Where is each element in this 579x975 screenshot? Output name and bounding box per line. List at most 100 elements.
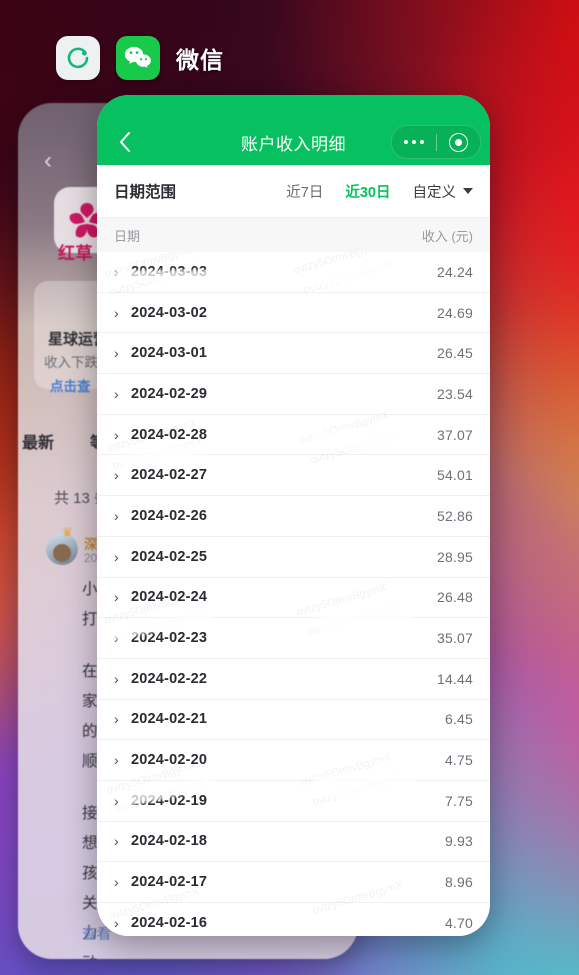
background-panel-subtitle: 收入下跌 <box>44 355 98 370</box>
chevron-down-icon <box>463 188 473 194</box>
row-date: 2024-02-20 <box>131 752 208 769</box>
background-tabs[interactable]: 最新 等 <box>22 429 106 453</box>
table-row[interactable]: › 2024-02-28 37.07 <box>97 414 490 456</box>
table-row[interactable]: › 2024-02-23 35.07 <box>97 618 490 659</box>
row-amount: 54.01 <box>436 467 473 484</box>
row-amount: 52.86 <box>436 507 473 524</box>
background-back-icon[interactable]: ‹ <box>44 147 52 175</box>
row-amount: 8.96 <box>444 874 473 891</box>
row-amount: 4.75 <box>444 752 473 769</box>
app-name-label: 微信 <box>176 47 224 73</box>
app-switcher-bar: 微信 <box>56 36 224 80</box>
table-row[interactable]: › 2024-02-25 28.95 <box>97 536 490 578</box>
chevron-right-icon[interactable]: › <box>114 305 128 321</box>
table-row[interactable]: › 2024-02-21 6.45 <box>97 699 490 741</box>
miniprogram-capsule[interactable] <box>391 125 481 159</box>
row-date: 2024-02-16 <box>131 914 208 931</box>
table-row[interactable]: › 2024-03-01 26.45 <box>97 333 490 375</box>
row-amount: 24.24 <box>436 263 473 280</box>
date-range-filter: 日期范围 近7日 近30日 自定义 <box>97 165 490 218</box>
table-row[interactable]: › 2024-03-03 24.24 <box>97 252 490 293</box>
background-logo-text: 红草 <box>58 244 93 263</box>
screen: 微信 ‹ 红草 星球运营 收入下跌 点击查 最新 等 共 13 条 <box>0 0 579 975</box>
table-row[interactable]: › 2024-02-16 4.70 <box>97 903 490 936</box>
row-date: 2024-02-28 <box>131 426 208 443</box>
chevron-right-icon[interactable]: › <box>114 467 128 483</box>
chevron-right-icon[interactable]: › <box>114 833 128 849</box>
chevron-right-icon[interactable]: › <box>114 874 128 890</box>
filter-option-custom[interactable]: 自定义 <box>412 181 473 202</box>
row-amount: 4.70 <box>444 914 473 931</box>
row-amount: 26.45 <box>436 345 473 362</box>
row-date: 2024-02-21 <box>131 711 208 728</box>
row-amount: 6.45 <box>444 711 473 728</box>
table-row[interactable]: › 2024-02-24 26.48 <box>97 577 490 619</box>
target-circle-icon[interactable] <box>437 132 481 152</box>
table-row[interactable]: › 2024-02-18 9.93 <box>97 821 490 863</box>
filter-option-30days[interactable]: 近30日 <box>345 181 390 202</box>
row-date: 2024-02-27 <box>131 467 208 484</box>
background-body-line: 打 <box>82 611 98 628</box>
row-amount: 9.93 <box>444 833 473 850</box>
row-amount: 28.95 <box>436 548 473 565</box>
chevron-right-icon[interactable]: › <box>114 264 128 280</box>
chevron-right-icon[interactable]: › <box>114 589 128 605</box>
table-row[interactable]: › 2024-02-27 54.01 <box>97 455 490 497</box>
refresh-circle-icon[interactable] <box>56 36 100 80</box>
table-row[interactable]: › 2024-02-19 7.75 <box>97 780 490 822</box>
chevron-right-icon[interactable]: › <box>114 711 128 727</box>
row-amount: 24.69 <box>436 304 473 321</box>
table-row[interactable]: › 2024-02-22 14.44 <box>97 658 490 700</box>
row-date: 2024-03-03 <box>131 263 208 280</box>
chevron-right-icon[interactable]: › <box>114 793 128 809</box>
table-row[interactable]: › 2024-02-26 52.86 <box>97 496 490 537</box>
row-amount: 35.07 <box>436 630 473 647</box>
chevron-right-icon[interactable]: › <box>114 508 128 524</box>
column-header-date: 日期 <box>114 228 141 244</box>
row-amount: 26.48 <box>436 589 473 606</box>
column-header-amount: 收入 (元) <box>421 228 473 244</box>
miniprogram-card: 账户收入明细 日期范围 近7日 近30日 自定义 日期 收入 (元) › 202… <box>97 95 490 936</box>
background-body-line: 的 <box>82 723 98 740</box>
row-date: 2024-02-25 <box>131 548 208 565</box>
row-date: 2024-02-19 <box>131 792 208 809</box>
row-date: 2024-02-18 <box>131 833 208 850</box>
chevron-right-icon[interactable]: › <box>114 345 128 361</box>
row-date: 2024-02-22 <box>131 670 208 687</box>
more-dots-icon[interactable] <box>392 139 436 145</box>
chevron-right-icon[interactable]: › <box>114 915 128 931</box>
chevron-left-icon[interactable] <box>109 127 139 157</box>
table-row[interactable]: › 2024-02-29 23.54 <box>97 374 490 415</box>
row-amount: 37.07 <box>436 426 473 443</box>
row-date: 2024-02-17 <box>131 874 208 891</box>
chevron-right-icon[interactable]: › <box>114 671 128 687</box>
background-panel-button[interactable]: 点击查 <box>50 375 91 395</box>
wechat-icon[interactable] <box>116 36 160 80</box>
table-row[interactable]: › 2024-02-17 8.96 <box>97 862 490 903</box>
row-date: 2024-03-01 <box>131 345 208 362</box>
crown-icon: ♛ <box>62 525 73 539</box>
filter-custom-label: 自定义 <box>412 184 457 201</box>
chevron-right-icon[interactable]: › <box>114 427 128 443</box>
miniprogram-header: 账户收入明细 <box>97 95 490 165</box>
background-body-line: 孩 <box>82 865 98 882</box>
row-date: 2024-03-02 <box>131 304 208 321</box>
chevron-right-icon[interactable]: › <box>114 549 128 565</box>
row-date: 2024-02-29 <box>131 385 208 402</box>
row-amount: 14.44 <box>436 670 473 687</box>
background-body-line: 想 <box>82 835 98 852</box>
chevron-right-icon[interactable]: › <box>114 386 128 402</box>
row-date: 2024-02-24 <box>131 589 208 606</box>
filter-option-7days[interactable]: 近7日 <box>286 181 323 202</box>
chevron-right-icon[interactable]: › <box>114 752 128 768</box>
background-body-line: 动 <box>82 955 98 959</box>
chevron-right-icon[interactable]: › <box>114 630 128 646</box>
background-tab-latest[interactable]: 最新 <box>22 429 54 453</box>
table-header: 日期 收入 (元) <box>97 218 490 252</box>
income-table-body: ovtzy5OtmvBgymX ovtzy5OtmvBgymX ovtzy5Ot… <box>97 252 490 936</box>
background-body-line: 小 <box>82 581 98 598</box>
background-body-line: 关 <box>82 895 98 912</box>
table-row[interactable]: › 2024-03-02 24.69 <box>97 292 490 334</box>
table-row[interactable]: › 2024-02-20 4.75 <box>97 740 490 781</box>
background-body-line: 在 <box>82 663 98 680</box>
